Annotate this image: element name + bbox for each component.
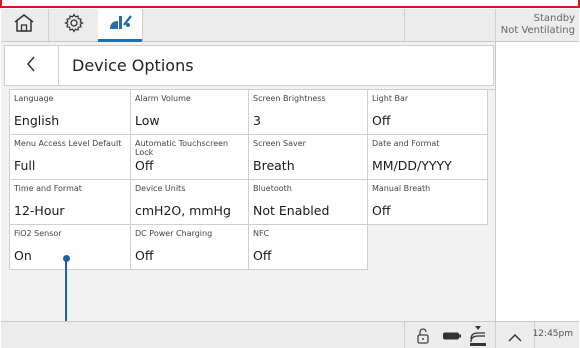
option-label: Language (14, 94, 54, 103)
battery-icon (441, 325, 463, 347)
device-options-icon (107, 12, 133, 36)
option-fio2-sensor[interactable]: FiO2 Sensor On (10, 225, 131, 270)
expand-up-button[interactable] (501, 325, 529, 347)
option-bluetooth[interactable]: Bluetooth Not Enabled (249, 180, 368, 225)
chevron-up-icon (508, 327, 522, 346)
option-nfc[interactable]: NFC Off (249, 225, 368, 270)
status-line-standby: Standby (533, 13, 575, 24)
option-device-units[interactable]: Device Units cmH2O, mmHg (131, 180, 249, 225)
option-value: Low (135, 113, 160, 128)
option-value: Not Enabled (253, 203, 330, 218)
nav-divider (142, 9, 143, 41)
home-button[interactable] (4, 9, 44, 41)
option-label: Screen Saver (253, 139, 306, 148)
bottom-status-bar: 12:45pm (1, 321, 579, 348)
option-light-bar[interactable]: Light Bar Off (368, 90, 488, 135)
option-value: MM/DD/YYYY (372, 158, 452, 173)
option-value: Off (372, 113, 391, 128)
option-value: Off (253, 248, 272, 263)
option-manual-breath[interactable]: Manual Breath Off (368, 180, 488, 225)
ventilation-status: Standby Not Ventilating (501, 13, 575, 37)
option-value: 3 (253, 113, 261, 128)
option-dc-power-charging[interactable]: DC Power Charging Off (131, 225, 249, 270)
device-options-tab[interactable] (98, 9, 142, 42)
settings-button[interactable] (54, 9, 94, 41)
option-value: English (14, 113, 60, 128)
clock-time: 12:45pm (532, 329, 573, 339)
option-value: On (14, 248, 32, 263)
option-label: Screen Brightness (253, 94, 326, 103)
option-label: Manual Breath (372, 184, 431, 193)
ac-power-icon (467, 325, 489, 347)
option-value: cmH2O, mmHg (135, 203, 231, 218)
home-icon (13, 13, 35, 37)
option-date-and-format[interactable]: Date and Format MM/DD/YYYY (368, 135, 488, 180)
option-label: Bluetooth (253, 184, 292, 193)
bottom-divider (404, 322, 405, 348)
option-screen-brightness[interactable]: Screen Brightness 3 (249, 90, 368, 135)
unlock-icon[interactable] (413, 325, 433, 347)
option-time-and-format[interactable]: Time and Format 12-Hour (10, 180, 131, 225)
page-title: Device Options (72, 56, 194, 75)
gear-icon (64, 13, 84, 37)
option-label: Light Bar (372, 94, 409, 103)
option-value: Off (372, 203, 391, 218)
nav-divider (48, 9, 49, 41)
status-line-not-ventilating: Not Ventilating (500, 25, 575, 36)
option-language[interactable]: Language English (10, 90, 131, 135)
empty-grid-cell (368, 225, 488, 270)
option-label: FiO2 Sensor (14, 229, 62, 238)
option-label: Time and Format (14, 184, 82, 193)
option-label: Menu Access Level Default (14, 139, 122, 148)
alarm-message-bar (0, 0, 580, 8)
option-menu-access-level-default[interactable]: Menu Access Level Default Full (10, 135, 131, 180)
right-side-panel (495, 42, 579, 321)
bottom-divider (495, 322, 496, 348)
back-chevron-icon (26, 56, 36, 76)
option-alarm-volume[interactable]: Alarm Volume Low (131, 90, 249, 135)
option-value: Off (135, 158, 154, 173)
option-label: Automatic Touchscreen Lock (135, 139, 229, 157)
back-button[interactable] (5, 46, 57, 85)
option-value: Off (135, 248, 154, 263)
option-screen-saver[interactable]: Screen Saver Breath (249, 135, 368, 180)
option-label: Alarm Volume (135, 94, 191, 103)
option-automatic-touchscreen-lock[interactable]: Automatic Touchscreen Lock Off (131, 135, 249, 180)
nav-divider (495, 9, 496, 41)
nav-divider (404, 9, 405, 41)
options-grid: Language English Alarm Volume Low Screen… (10, 90, 495, 270)
option-value: 12-Hour (14, 203, 65, 218)
option-label: DC Power Charging (135, 229, 213, 238)
option-value: Full (14, 158, 36, 173)
top-navigation-bar: Standby Not Ventilating (1, 9, 579, 42)
option-label: Device Units (135, 184, 186, 193)
option-value: Breath (253, 158, 295, 173)
header-divider (58, 46, 59, 85)
option-label: Date and Format (372, 139, 440, 148)
option-label: NFC (253, 229, 270, 238)
page-header: Device Options (4, 45, 494, 86)
